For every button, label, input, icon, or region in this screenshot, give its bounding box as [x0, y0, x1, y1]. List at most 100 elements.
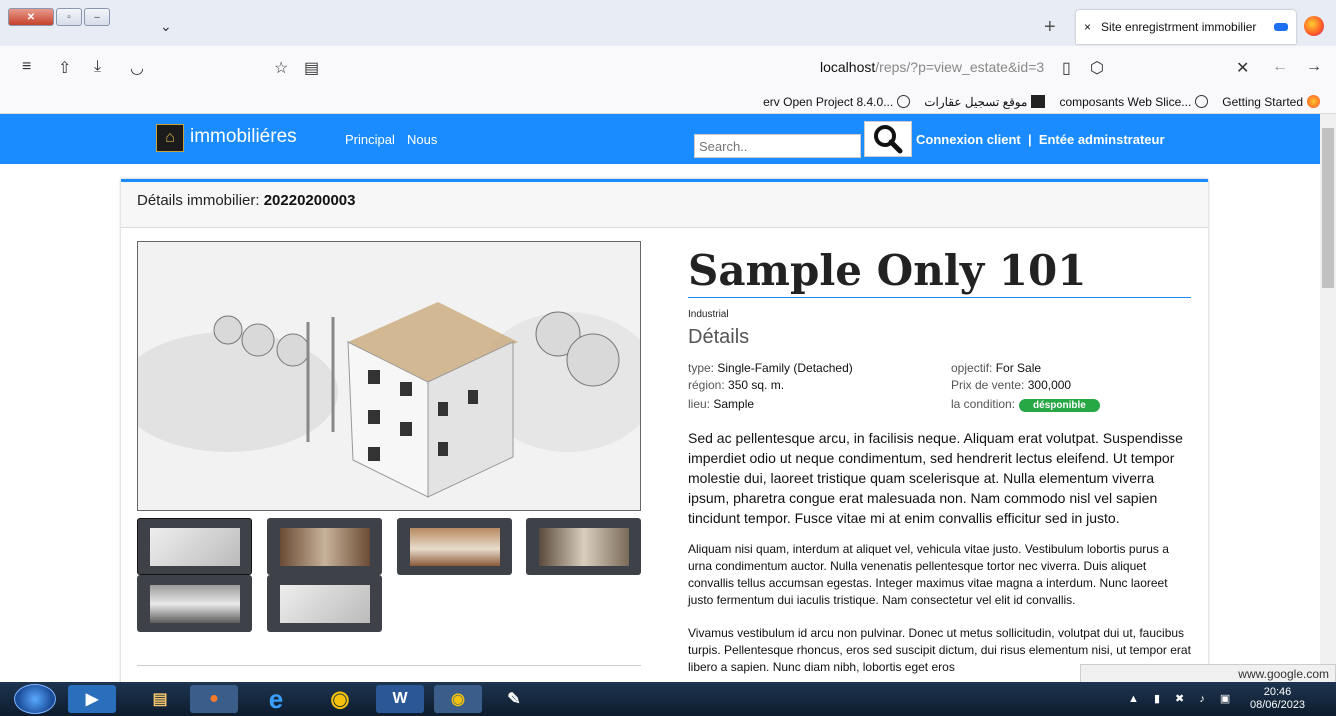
- chrome-icon[interactable]: ◉: [316, 685, 364, 713]
- media-player-icon[interactable]: ▶: [68, 685, 116, 713]
- bookmark-star-icon[interactable]: ☆: [274, 58, 288, 78]
- window-controls: ✕ ▫ –: [8, 8, 110, 26]
- detail-label: région:: [688, 378, 725, 392]
- bookmark-label: موقع تسجيل عقارات: [924, 94, 1028, 109]
- globe-icon: [897, 95, 911, 108]
- detail-price: Prix de vente: 300,000: [951, 378, 1071, 392]
- search-button[interactable]: [864, 121, 912, 157]
- detail-value: 300,000: [1027, 378, 1072, 392]
- address-bar[interactable]: localhost/reps/?p=view_estate&id=3: [820, 59, 1044, 75]
- start-button[interactable]: [14, 684, 56, 714]
- bookmark-label: composants Web Slice...: [1059, 94, 1192, 109]
- image-thumbnail: [538, 527, 629, 566]
- tab-media-icon: [1274, 23, 1288, 31]
- search-input[interactable]: [694, 134, 861, 158]
- detail-label: la condition:: [951, 397, 1016, 411]
- detail-condition: la condition: désponible: [951, 397, 1100, 412]
- nav-principal-link[interactable]: Principal: [345, 132, 395, 147]
- detail-objective: opjectif: For Sale: [951, 361, 1041, 375]
- detail-type: type: Single-Family (Detached): [688, 361, 853, 375]
- detail-label: type:: [688, 361, 715, 375]
- image-thumbnail: [149, 584, 240, 623]
- house-logo-icon[interactable]: ⌂: [156, 124, 184, 152]
- browser-tab[interactable]: × Site enregistrment immobilier: [1076, 10, 1296, 44]
- shield-icon[interactable]: ⬡: [1090, 58, 1104, 78]
- globe-icon: [1195, 95, 1209, 108]
- taskbar-clock[interactable]: 20:46 08/06/2023: [1250, 686, 1305, 712]
- bookmark-label: Getting Started: [1222, 94, 1303, 109]
- tab-list-button[interactable]: ⌄: [160, 18, 172, 35]
- reader-view-icon[interactable]: ▤: [304, 58, 319, 78]
- property-category: Industrial: [688, 309, 729, 320]
- thumbnail-6[interactable]: [267, 575, 382, 632]
- url-host: localhost: [820, 59, 876, 75]
- card-title-label: Détails immobilier:: [137, 192, 260, 209]
- close-icon[interactable]: ✕: [1236, 58, 1249, 78]
- thumbnail-3[interactable]: [397, 518, 512, 575]
- image-thumbnail: [409, 527, 500, 566]
- word-icon[interactable]: W: [376, 685, 424, 713]
- download-icon[interactable]: ⤓: [94, 58, 101, 76]
- detail-label: opjectif:: [951, 361, 993, 375]
- tab-close-icon[interactable]: ×: [1084, 20, 1091, 34]
- auth-links[interactable]: Connexion client | Entée adminstrateur: [916, 132, 1165, 147]
- detail-value: 350 sq. m.: [728, 378, 785, 392]
- system-tray-icons[interactable]: ▲ ▮ ✖ ♪ ▣: [1128, 692, 1236, 705]
- scrollbar-thumb[interactable]: [1322, 128, 1334, 288]
- status-bar-url: www.google.com: [1080, 664, 1336, 684]
- detail-label: Prix de vente:: [951, 378, 1025, 392]
- site-icon: [1031, 95, 1046, 108]
- file-explorer-icon[interactable]: ▤: [136, 685, 184, 713]
- internet-explorer-icon[interactable]: e: [252, 684, 300, 714]
- firefox-icon[interactable]: [1304, 16, 1324, 36]
- description-paragraph: Aliquam nisi quam, interdum at aliquet v…: [688, 542, 1169, 607]
- nav-nous-link[interactable]: Nous: [407, 132, 437, 147]
- search-icon: [874, 125, 903, 154]
- bookmark-arabic-site[interactable]: موقع تسجيل عقارات: [924, 94, 1046, 109]
- window-minimize-button[interactable]: –: [84, 8, 110, 26]
- card-title: Détails immobilier: 20220200003: [137, 192, 355, 209]
- site-brand[interactable]: immobiliéres: [190, 126, 297, 148]
- image-thumbnail: [149, 527, 240, 566]
- chrome-profile-icon[interactable]: ◉: [434, 685, 482, 713]
- detail-label: lieu:: [688, 397, 711, 411]
- bookmarks-bar: erv Open Project 8.4.0... موقع تسجيل عقا…: [0, 90, 1336, 114]
- thumbnail-5[interactable]: [137, 575, 252, 632]
- share-icon[interactable]: ⇧: [58, 58, 71, 78]
- divider: [137, 665, 641, 666]
- bookmark-label: erv Open Project 8.4.0...: [763, 94, 894, 109]
- window-close-button[interactable]: ✕: [8, 8, 54, 26]
- firefox-icon: [1307, 95, 1320, 108]
- title-divider: [688, 297, 1191, 298]
- new-tab-button[interactable]: +: [1044, 16, 1056, 39]
- image-thumbnail: [279, 584, 370, 623]
- bookmark-getting-started[interactable]: Getting Started: [1222, 95, 1320, 109]
- description-paragraph: Sed ac pellentesque arcu, in facilisis n…: [688, 430, 1183, 526]
- clock-date: 08/06/2023: [1250, 699, 1306, 711]
- back-arrow-icon[interactable]: ←: [1272, 58, 1288, 76]
- menu-icon[interactable]: ≡: [22, 58, 31, 76]
- bookmark-openproject[interactable]: erv Open Project 8.4.0...: [763, 94, 911, 109]
- detail-value: Single-Family (Detached): [717, 361, 853, 375]
- paint-icon[interactable]: ✎: [490, 685, 538, 713]
- bookmark-web-slice[interactable]: composants Web Slice...: [1059, 94, 1209, 109]
- image-thumbnail: [279, 527, 370, 566]
- detail-location: lieu: Sample: [688, 397, 754, 411]
- details-heading: Détails: [688, 326, 750, 348]
- house-model-illustration: [118, 242, 658, 510]
- property-title: Sample Only 101: [688, 246, 1087, 295]
- pocket-icon[interactable]: ◡: [130, 58, 144, 78]
- detail-value: For Sale: [995, 361, 1042, 375]
- thumbnail-4[interactable]: [526, 518, 641, 575]
- tab-title: Site enregistrment immobilier: [1101, 20, 1257, 34]
- forward-arrow-icon[interactable]: →: [1306, 58, 1322, 76]
- main-property-image[interactable]: [118, 241, 658, 511]
- firefox-taskbar-icon[interactable]: ●: [190, 685, 238, 713]
- thumbnail-1[interactable]: [137, 518, 252, 575]
- page-icon[interactable]: ▯: [1062, 58, 1071, 78]
- detail-region: région: 350 sq. m.: [688, 378, 784, 392]
- browser-navigation-bar: [0, 46, 1336, 90]
- status-badge: désponible: [1019, 399, 1100, 412]
- thumbnail-2[interactable]: [267, 518, 382, 575]
- window-maximize-button[interactable]: ▫: [56, 8, 82, 26]
